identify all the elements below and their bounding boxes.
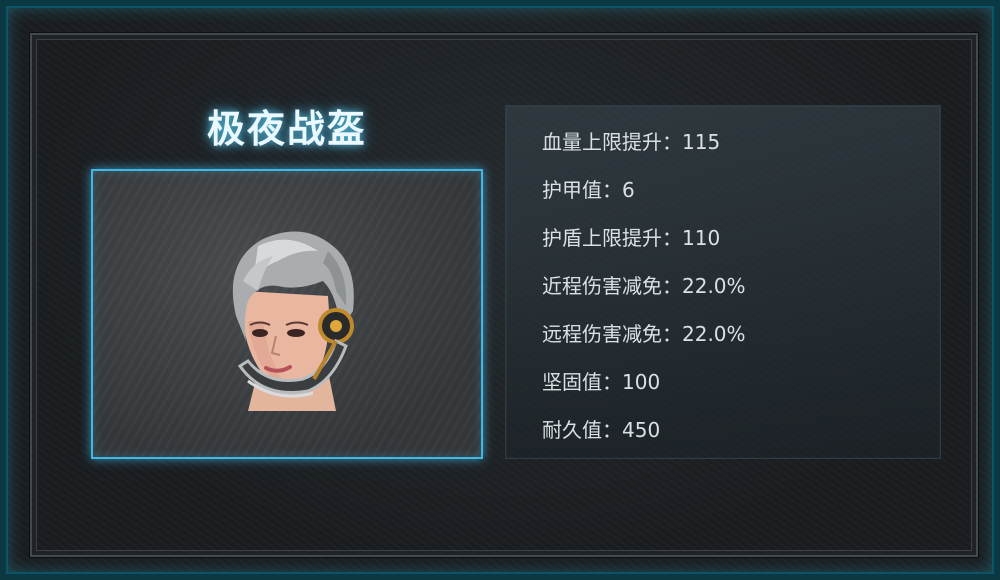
stat-row: 远程伤害减免：22.0% (542, 318, 746, 347)
stat-label: 护盾上限提升： (542, 226, 682, 250)
helmet-portrait-icon (232, 231, 354, 411)
item-tooltip-window: 极夜战盔 血量上限提升：115 护甲值：6 护盾上限提升：110 近程伤害减免：… (0, 0, 1000, 580)
stat-row: 护盾上限提升：110 (542, 222, 720, 251)
stat-row: 近程伤害减免：22.0% (542, 270, 746, 299)
stat-value: 110 (682, 226, 721, 250)
stat-label: 近程伤害减免： (542, 274, 682, 298)
stat-row: 坚固值：100 (542, 366, 660, 395)
stat-label: 耐久值： (542, 418, 622, 442)
stat-label: 血量上限提升： (542, 130, 682, 154)
stat-label: 护甲值： (542, 178, 622, 202)
stat-value: 100 (622, 370, 661, 394)
stat-value: 450 (622, 418, 661, 442)
stat-row: 护甲值：6 (542, 174, 635, 203)
stats-panel: 血量上限提升：115 护甲值：6 护盾上限提升：110 近程伤害减免：22.0%… (505, 105, 941, 459)
stat-value: 115 (682, 130, 721, 154)
stat-label: 坚固值： (542, 370, 622, 394)
stat-label: 远程伤害减免： (542, 322, 682, 346)
stat-row: 血量上限提升：115 (542, 126, 720, 155)
stat-row: 耐久值：450 (542, 414, 660, 443)
stat-value: 22.0% (682, 274, 746, 298)
item-preview-frame (91, 169, 483, 459)
stat-value: 22.0% (682, 322, 746, 346)
stat-value: 6 (622, 178, 635, 202)
item-name: 极夜战盔 (206, 107, 367, 151)
